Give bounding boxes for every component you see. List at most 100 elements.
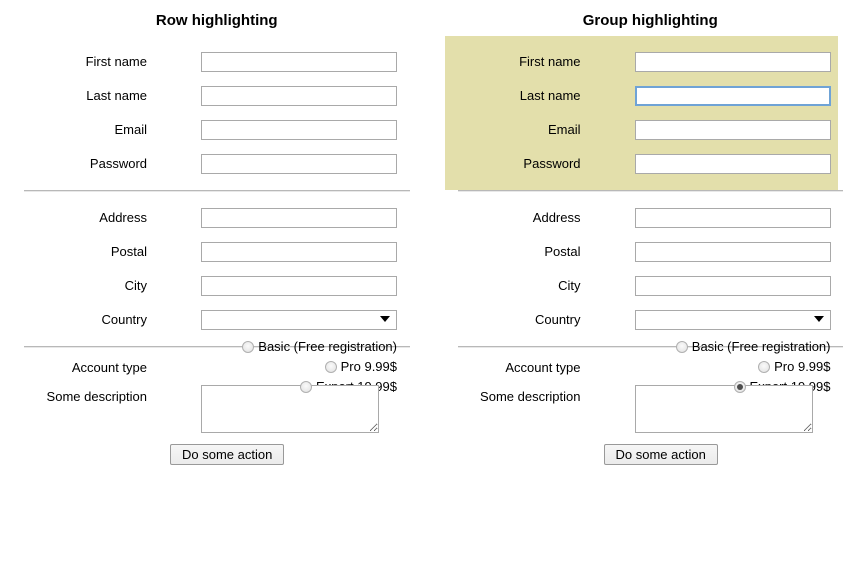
field-container [147,310,397,330]
input-last-name[interactable] [201,86,397,106]
field-label: Last name [86,88,147,103]
do-some-action-button[interactable]: Do some action [603,444,718,465]
form-row: Last name [0,79,434,113]
radio-button-3[interactable] [733,381,746,393]
input-city[interactable] [634,276,831,296]
select-wrapper [201,310,397,330]
field-label: First name [519,54,581,69]
group-personal: First name Last name Email Password [0,36,434,190]
action-field: Do some action [581,444,718,465]
input-email[interactable] [634,120,831,140]
input-password[interactable] [634,154,831,174]
page-root: Row highlighting First name Last name Email… [0,0,867,582]
form-row: Country [0,303,434,337]
input-password[interactable] [201,154,397,174]
input-address[interactable] [634,208,831,228]
form-row: Password [445,147,839,181]
field-container [147,120,397,140]
input-city[interactable] [201,276,397,296]
action-spacer [0,444,147,465]
account-type-label: Account type [505,359,581,375]
description-row: Some description [0,377,434,433]
field-container [147,208,397,228]
field-container [581,208,831,228]
radio-button-3[interactable] [300,381,313,393]
field-label: Last name [519,88,581,103]
group-personal: First name Last name Email Password [444,36,839,190]
field-container [581,242,831,262]
form-row: Country [434,303,867,337]
textarea-description[interactable] [201,385,379,433]
action-field: Do some action [147,444,285,465]
account-type-row: Account type Basic (Free registration) Pro… [434,339,867,394]
form-row: City [0,269,434,303]
form-row: Address [434,201,867,235]
field-container [147,86,397,106]
field-label: Email [547,122,581,137]
field-label: City [124,278,147,293]
field-container [147,154,397,174]
form-row: Password [0,147,434,181]
panels-container: Row highlighting First name Last name Email… [0,0,867,474]
field-container [581,86,831,106]
group-account: Account type Basic (Free registration) Pro… [0,339,434,474]
form-row: Postal [0,235,434,269]
radio-option[interactable]: Basic (Free registration) [201,337,397,357]
description-field [581,385,813,433]
field-label: Country [101,312,147,327]
radio-button-2[interactable] [324,361,337,373]
panel-title: Group highlighting [582,12,718,29]
field-label: Address [532,210,581,225]
field-container [581,310,831,330]
action-spacer [434,444,581,465]
form-row: Address [0,201,434,235]
radio-button-2[interactable] [758,361,771,373]
select-country[interactable] [201,310,397,330]
textarea-description[interactable] [634,385,813,433]
field-label: City [558,278,581,293]
panel-title: Row highlighting [155,12,278,29]
radio-option-label: Pro 9.99$ [340,359,397,374]
group-address: Address Postal City Country [0,192,434,346]
form-row: Email [445,113,839,147]
action-row: Do some action [0,433,434,465]
do-some-action-button[interactable]: Do some action [170,444,285,465]
group-address: Address Postal City Country [434,192,867,346]
description-label: Some description [46,389,147,404]
action-row: Do some action [434,433,867,465]
radio-button-1[interactable] [242,341,255,353]
radio-option[interactable]: Basic (Free registration) [635,337,831,357]
radio-option-label: Basic (Free registration) [258,339,397,354]
account-type-label: Account type [71,359,147,375]
input-postal[interactable] [201,242,397,262]
description-label: Some description [480,389,581,404]
field-label: Password [89,156,147,171]
field-label: Email [114,122,147,137]
input-first-name[interactable] [201,52,397,72]
radio-option-label: Pro 9.99$ [774,359,831,374]
input-last-name[interactable] [634,86,831,106]
radio-button-1[interactable] [675,341,688,353]
input-address[interactable] [201,208,397,228]
input-postal[interactable] [634,242,831,262]
select-country[interactable] [634,310,831,330]
field-container [581,52,831,72]
radio-option[interactable]: Pro 9.99$ [635,357,831,377]
field-container [147,276,397,296]
input-first-name[interactable] [634,52,831,72]
field-label: Password [523,156,581,171]
radio-option[interactable]: Pro 9.99$ [201,357,397,377]
select-wrapper [634,310,831,330]
input-email[interactable] [201,120,397,140]
field-container [581,120,831,140]
form-row: Email [0,113,434,147]
panel-group-highlighting: Group highlighting First name Last name Ema… [434,0,867,474]
field-container [581,276,831,296]
account-type-row: Account type Basic (Free registration) Pro… [0,339,434,394]
panel-row-highlighting: Row highlighting First name Last name Email… [0,0,434,474]
form-row: First name [0,45,434,79]
group-account: Account type Basic (Free registration) Pro… [434,339,867,474]
field-container [581,154,831,174]
description-field [147,385,379,433]
form-row: Last name [445,79,839,113]
